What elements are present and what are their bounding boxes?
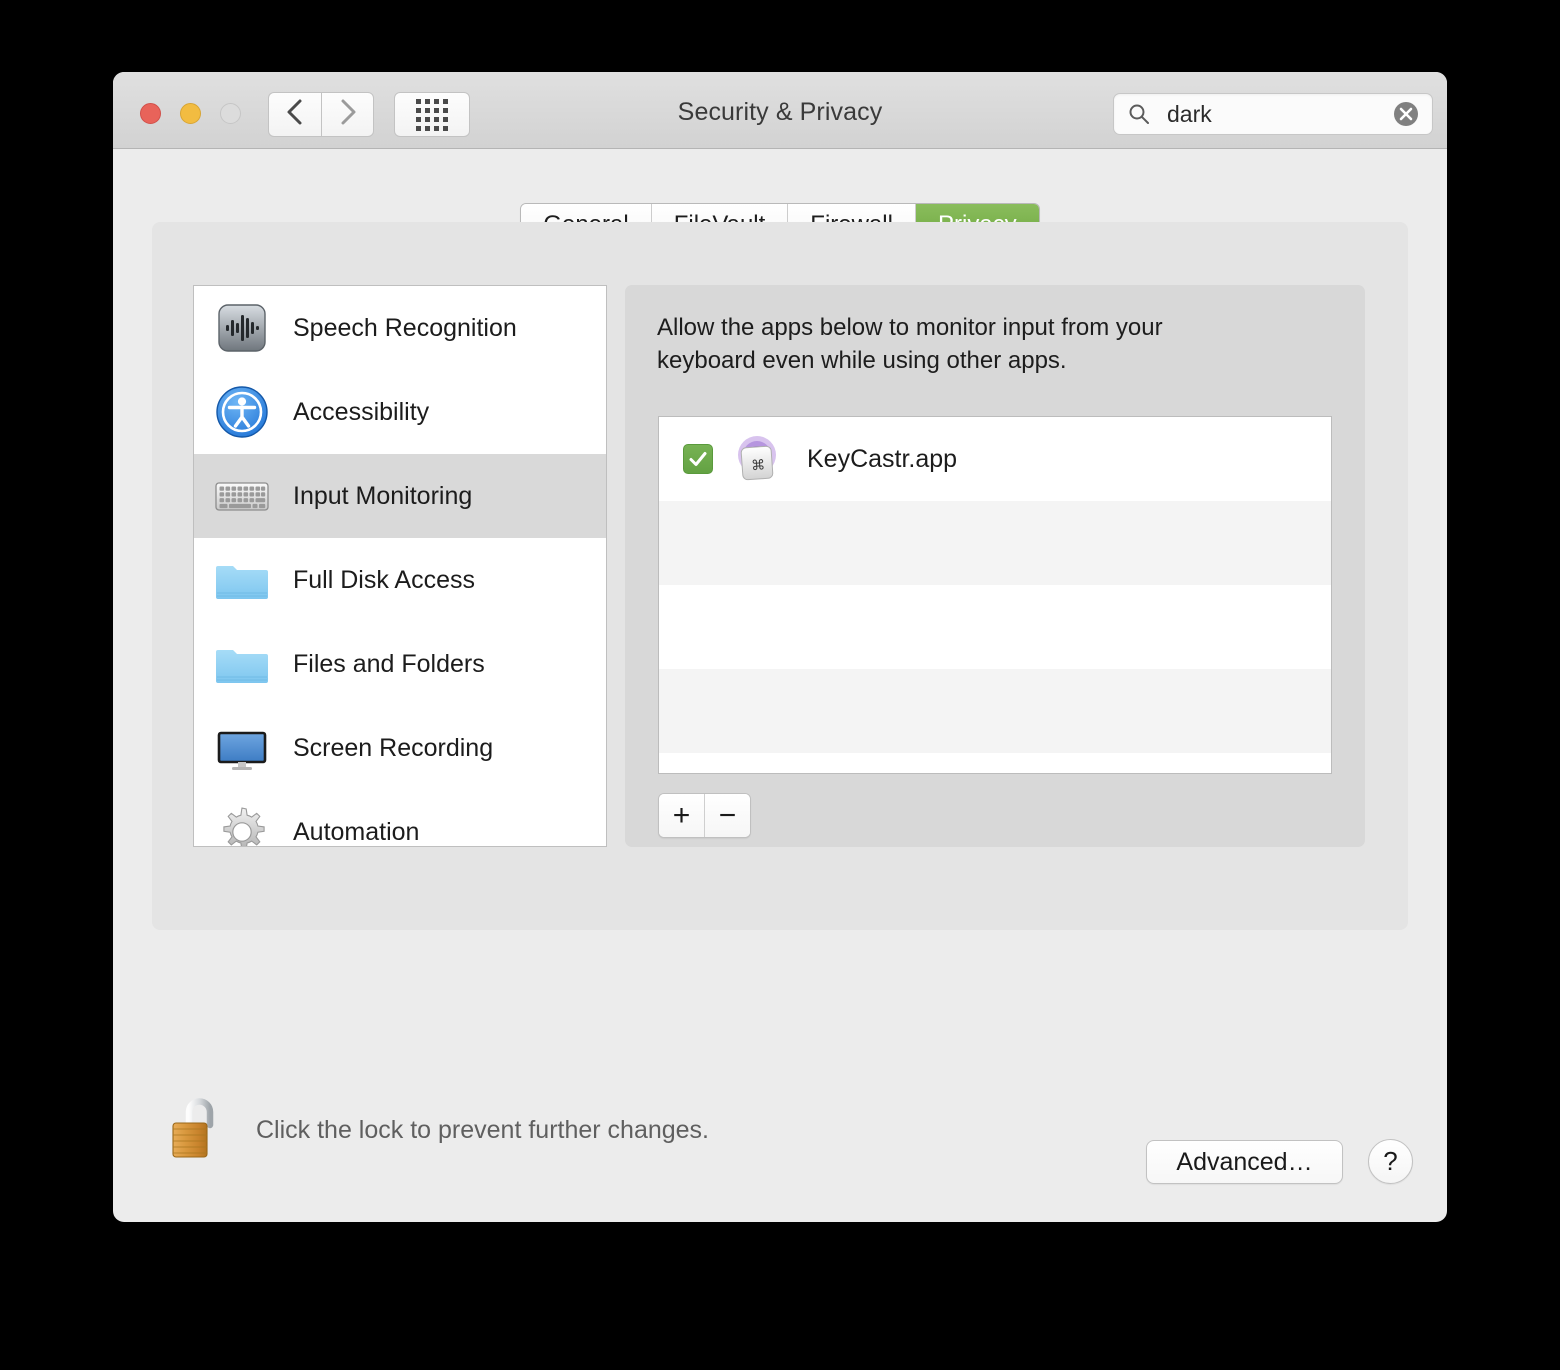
privacy-category-list[interactable]: Speech Recognition Accessibility Input M… [193, 285, 607, 847]
remove-app-button[interactable]: − [705, 794, 750, 837]
sidebar-item-label: Accessibility [293, 397, 430, 426]
sidebar-item-label: Speech Recognition [293, 313, 517, 342]
sidebar-item-label: Files and Folders [293, 649, 485, 678]
folder-icon [213, 635, 271, 693]
add-app-button[interactable]: + [659, 794, 705, 837]
security-privacy-window: Security & Privacy dark Speech Recogniti… [113, 72, 1447, 1222]
list-item[interactable]: ⌘ KeyCastr.app [659, 417, 1331, 501]
sidebar-item-label: Input Monitoring [293, 481, 473, 510]
privacy-content-panel: Speech Recognition Accessibility Input M… [152, 222, 1408, 930]
lock-status-text: Click the lock to prevent further change… [256, 1116, 710, 1144]
list-item[interactable] [659, 669, 1331, 753]
allowed-apps-list[interactable]: ⌘ KeyCastr.app [658, 416, 1332, 774]
keycastr-app-icon: ⌘ [729, 431, 785, 487]
sidebar-item-input-monitoring[interactable]: Input Monitoring [194, 454, 606, 538]
list-item[interactable] [659, 501, 1331, 585]
svg-text:⌘: ⌘ [751, 457, 766, 474]
sidebar-item-label: Screen Recording [293, 733, 494, 762]
sidebar-item-files-and-folders[interactable]: Files and Folders [194, 622, 606, 706]
input-monitoring-pane: Allow the apps below to monitor input fr… [625, 285, 1365, 847]
sidebar-item-label: Full Disk Access [293, 565, 475, 594]
keyboard-icon [213, 467, 271, 525]
advanced-button[interactable]: Advanced… [1146, 1140, 1343, 1184]
window-titlebar: Security & Privacy dark [113, 72, 1447, 149]
sidebar-item-accessibility[interactable]: Accessibility [194, 370, 606, 454]
sidebar-item-screen-recording[interactable]: Screen Recording [194, 706, 606, 790]
app-enabled-checkbox[interactable] [683, 444, 713, 474]
help-button[interactable]: ? [1368, 1139, 1413, 1184]
add-remove-button-group: + − [658, 793, 751, 838]
clear-search-icon[interactable] [1392, 100, 1420, 128]
list-item[interactable] [659, 585, 1331, 669]
search-input-value[interactable]: dark [1167, 101, 1392, 128]
search-icon [1127, 102, 1151, 126]
display-icon [213, 719, 271, 777]
accessibility-icon [213, 383, 271, 441]
app-name-label: KeyCastr.app [807, 444, 958, 473]
sidebar-item-label: Automation [293, 817, 420, 846]
waveform-icon [213, 299, 271, 357]
pane-description: Allow the apps below to monitor input fr… [657, 314, 1163, 374]
sidebar-item-full-disk-access[interactable]: Full Disk Access [194, 538, 606, 622]
lock-row[interactable]: Click the lock to prevent further change… [168, 1092, 709, 1169]
sidebar-item-automation[interactable]: Automation [194, 790, 606, 846]
search-field[interactable]: dark [1113, 93, 1433, 135]
unlocked-padlock-icon[interactable] [168, 1092, 226, 1169]
gear-icon [213, 803, 271, 846]
list-item[interactable] [659, 753, 1331, 773]
folder-icon [213, 551, 271, 609]
desktop-background: Security & Privacy dark Speech Recogniti… [0, 0, 1560, 1370]
sidebar-item-speech-recognition[interactable]: Speech Recognition [194, 286, 606, 370]
